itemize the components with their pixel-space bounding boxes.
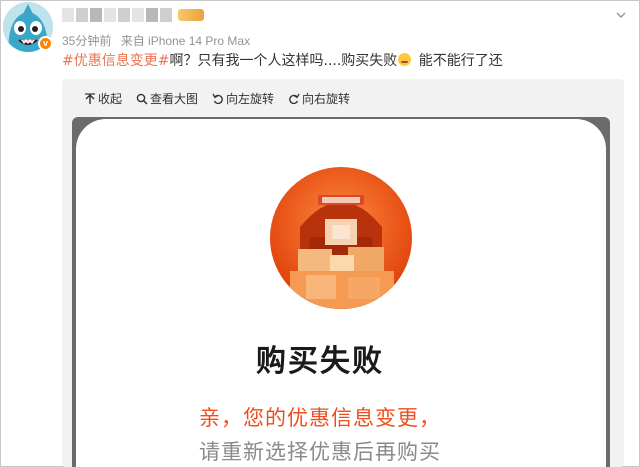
post-meta: 35分钟前 来自 iPhone 14 Pro Max bbox=[62, 32, 256, 49]
collapse-icon bbox=[85, 92, 95, 104]
chevron-down-icon[interactable] bbox=[616, 10, 626, 20]
redaction-block bbox=[146, 7, 158, 22]
rotate-right-icon bbox=[289, 93, 300, 104]
failure-title: 购买失败 bbox=[256, 344, 384, 379]
view-large-label: 查看大图 bbox=[150, 92, 199, 106]
warehouse-boxes-illustration bbox=[290, 195, 394, 309]
redaction-block bbox=[118, 7, 130, 22]
redaction-block bbox=[62, 7, 74, 22]
rotate-right-button[interactable]: 向右旋转 bbox=[288, 90, 350, 107]
post-text: #优惠信息变更#啊？只有我一个人这样吗....购买失败 能不能行了还 bbox=[62, 51, 503, 71]
redaction-block bbox=[160, 7, 172, 22]
image-toolbar: 收起 查看大图 向左旋转 向右旋转 bbox=[84, 90, 350, 107]
rotate-left-button[interactable]: 向左旋转 bbox=[212, 90, 274, 107]
collapse-button[interactable]: 收起 bbox=[84, 90, 122, 107]
emoji-icon bbox=[398, 53, 412, 66]
username-redacted[interactable] bbox=[62, 6, 204, 23]
post-source: 来自 iPhone 14 Pro Max bbox=[120, 34, 251, 48]
collapse-label: 收起 bbox=[98, 92, 123, 106]
failure-message-line1: 亲，您的优惠信息变更， bbox=[199, 406, 441, 430]
post-body: 啊？只有我一个人这样吗....购买失败 bbox=[169, 53, 398, 69]
redaction-block bbox=[90, 7, 102, 22]
hashtag-link[interactable]: #优惠信息变更# bbox=[62, 53, 169, 69]
rotate-right-label: 向右旋转 bbox=[302, 92, 351, 106]
rotate-left-icon bbox=[212, 93, 223, 104]
redaction-block bbox=[132, 7, 144, 22]
post-body-tail: 能不能行了还 bbox=[414, 53, 503, 69]
redaction-block bbox=[104, 7, 116, 22]
redaction-block bbox=[76, 7, 88, 22]
verified-badge: v bbox=[38, 36, 53, 51]
rotate-left-label: 向左旋转 bbox=[226, 92, 275, 106]
failure-message-line2: 请重新选择优惠后再购买 bbox=[199, 440, 441, 464]
magnifier-icon bbox=[136, 93, 148, 105]
post-time[interactable]: 35分钟前 bbox=[62, 34, 111, 48]
purchase-failed-illustration bbox=[270, 167, 412, 309]
vip-badge-icon bbox=[178, 8, 204, 21]
view-large-button[interactable]: 查看大图 bbox=[136, 90, 198, 107]
